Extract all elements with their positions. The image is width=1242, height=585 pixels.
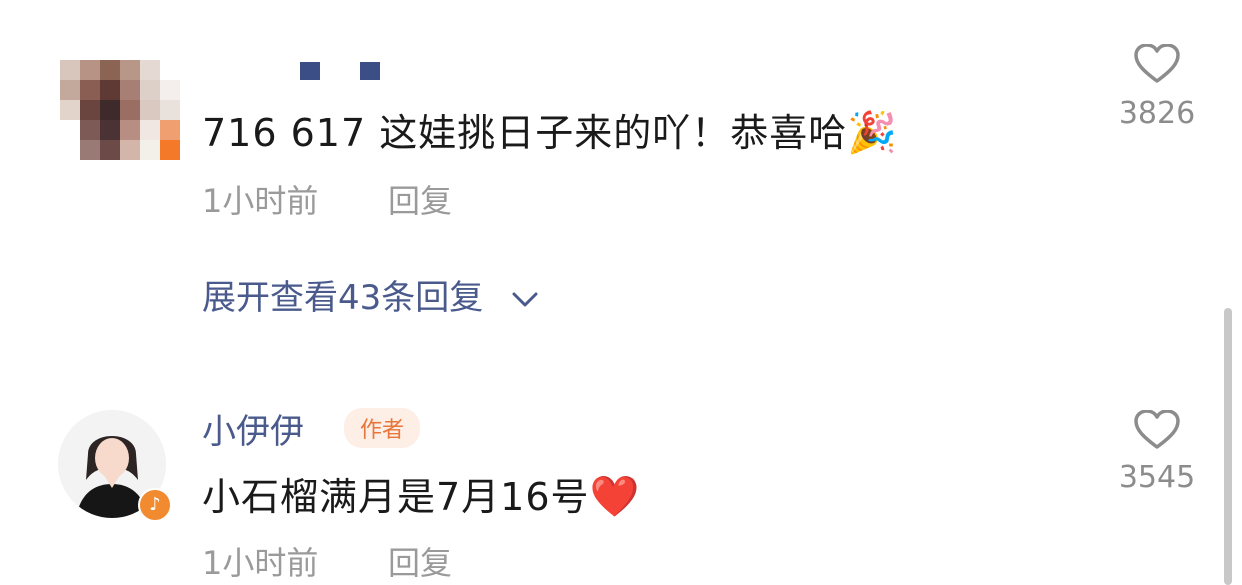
reply-button[interactable]: 回复 bbox=[388, 538, 452, 584]
expand-replies-label: 展开查看43条回复 bbox=[202, 278, 484, 318]
expand-replies-button[interactable]: 展开查看43条回复 bbox=[202, 270, 538, 319]
scrollbar[interactable] bbox=[1224, 308, 1232, 585]
chevron-down-icon bbox=[512, 292, 538, 306]
comment-text: 716 617 这娃挑日子来的吖！恭喜哈🎉 bbox=[202, 102, 898, 157]
avatar[interactable] bbox=[60, 60, 180, 160]
like-button[interactable]: 3826 bbox=[1112, 44, 1202, 134]
comment-body: 小石榴满月是7月16号 bbox=[202, 475, 590, 519]
username[interactable]: 小伊伊 bbox=[202, 404, 304, 453]
comment-time: 1小时前 bbox=[202, 544, 319, 582]
username-blurred[interactable] bbox=[300, 62, 380, 80]
music-note-icon: ♪ bbox=[138, 488, 172, 522]
comment-time: 1小时前 bbox=[202, 182, 319, 220]
red-heart-icon: ❤️ bbox=[589, 474, 641, 520]
comment-body: 716 617 这娃挑日子来的吖！恭喜哈 bbox=[202, 111, 848, 155]
reply-button[interactable]: 回复 bbox=[388, 176, 452, 222]
like-button[interactable]: 3545 bbox=[1112, 410, 1202, 500]
heart-icon bbox=[1134, 410, 1180, 449]
like-count: 3826 bbox=[1118, 96, 1196, 131]
like-count: 3545 bbox=[1118, 460, 1196, 495]
author-badge: 作者 bbox=[344, 408, 421, 448]
party-popper-icon: 🎉 bbox=[847, 110, 899, 156]
heart-icon bbox=[1134, 44, 1180, 83]
comment-text: 小石榴满月是7月16号❤️ bbox=[202, 466, 640, 521]
